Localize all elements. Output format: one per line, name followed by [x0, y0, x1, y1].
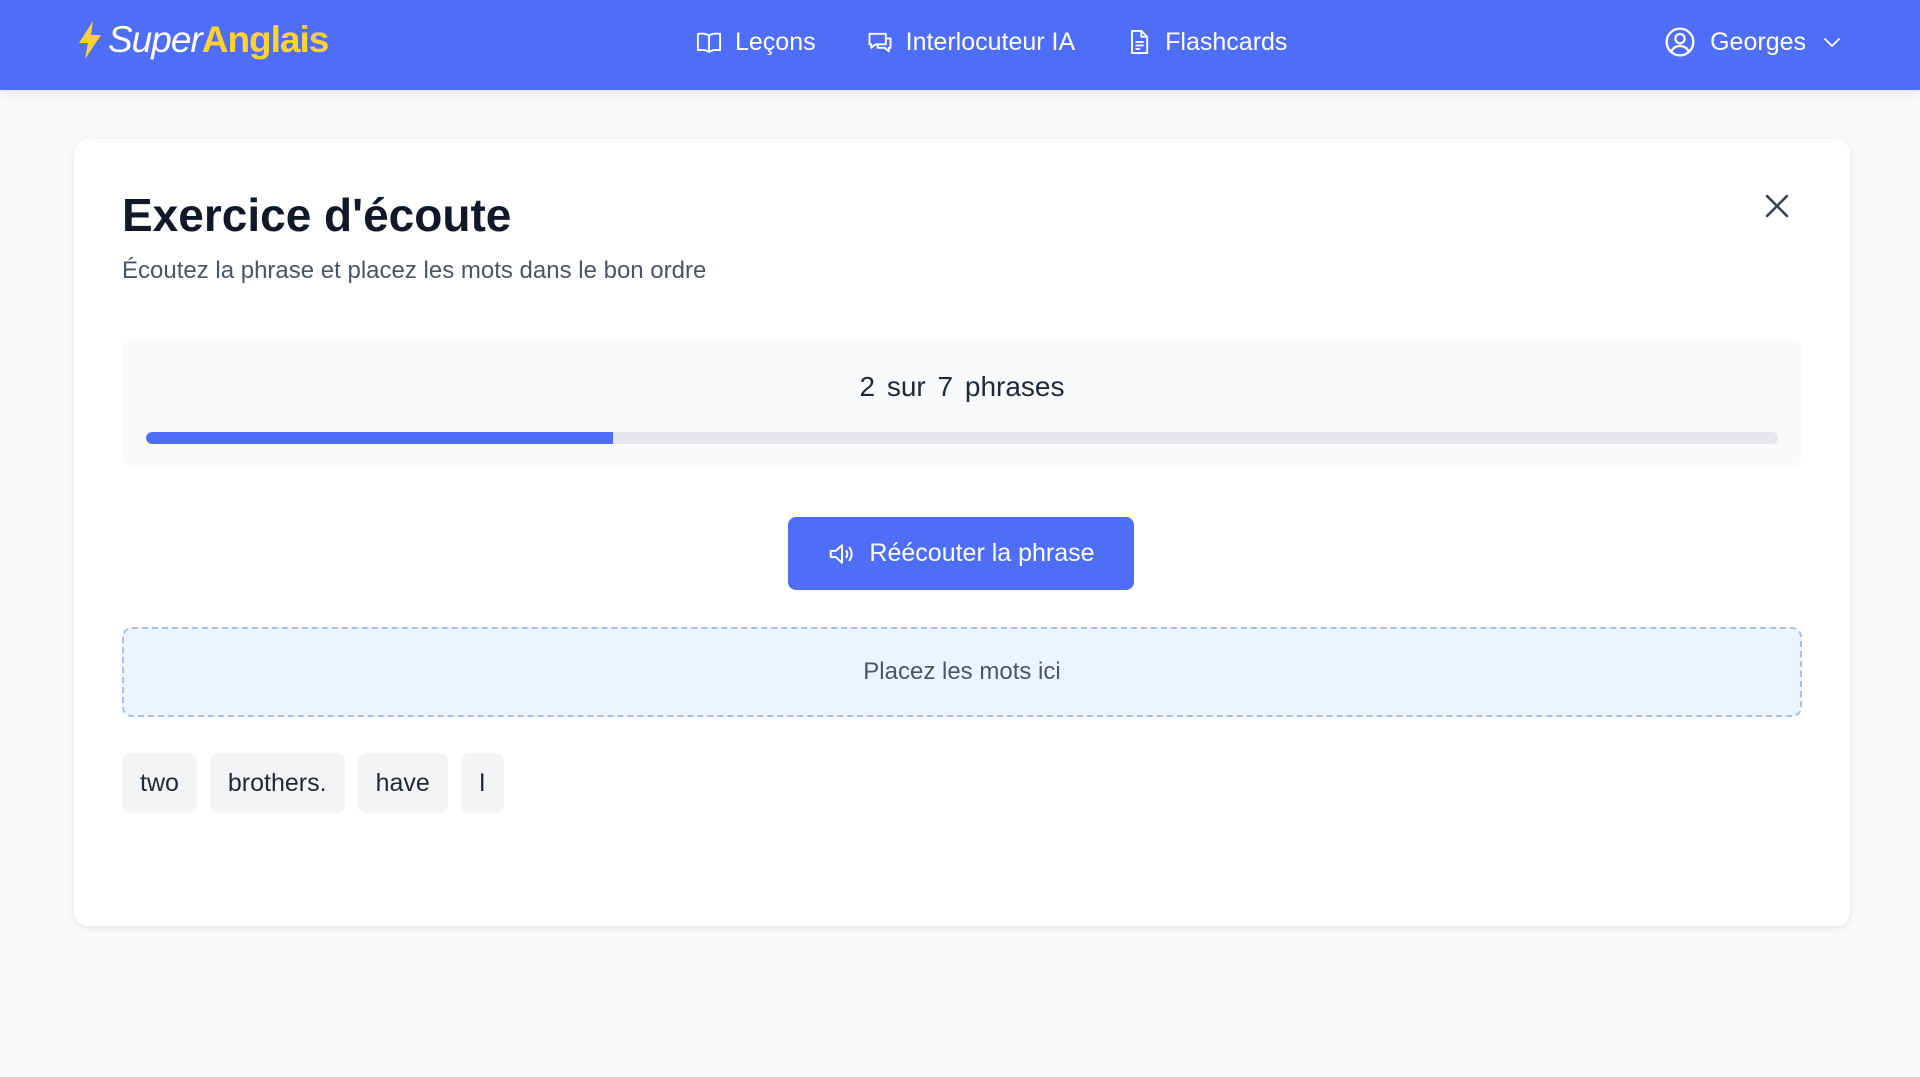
word-chip[interactable]: have [357, 753, 448, 813]
chevron-down-icon [1824, 38, 1840, 47]
progress-bar-fill [146, 432, 613, 444]
nav-item-label: Leçons [735, 27, 816, 56]
progress-bar [146, 432, 1778, 444]
nav-item-label: Interlocuteur IA [905, 27, 1076, 56]
progress-panel: 2 sur 7 phrases [122, 339, 1802, 467]
replay-sentence-button[interactable]: Réécouter la phrase [788, 517, 1134, 590]
user-circle-icon [1665, 27, 1695, 57]
speaker-icon [830, 543, 853, 564]
nav-item-label: Flashcards [1165, 27, 1288, 56]
page-title: Exercice d'écoute [122, 189, 512, 241]
logo-text-super: Super [108, 19, 203, 60]
nav-item-flashcards[interactable]: Flashcards [1125, 22, 1287, 62]
logo-text: SuperAnglais [108, 18, 330, 62]
exercise-card: Exercice d'écoute Écoutez la phrase et p… [74, 139, 1850, 926]
nav-item-interlocuteur-ia[interactable]: Interlocuteur IA [866, 22, 1076, 62]
document-icon [1131, 29, 1149, 55]
word-chip[interactable]: I [460, 753, 504, 813]
book-open-icon [696, 32, 722, 53]
replay-button-label: Réécouter la phrase [869, 539, 1095, 567]
close-icon[interactable] [1760, 189, 1794, 223]
main-nav: Leçons Interlocuteur IA Flashcards [695, 22, 1337, 62]
word-chip[interactable]: two [122, 753, 197, 813]
word-chip[interactable]: brothers. [209, 753, 345, 813]
nav-item-lecons[interactable]: Leçons [695, 22, 816, 62]
user-menu[interactable]: Georges [1664, 22, 1844, 62]
page-subtitle: Écoutez la phrase et placez les mots dan… [122, 257, 707, 284]
top-navbar: SuperAnglais Leçons Interlocuteur IA Fla… [0, 0, 1920, 90]
progress-text: 2 sur 7 phrases [859, 371, 1065, 402]
chat-bubbles-icon [868, 32, 892, 53]
user-name: Georges [1710, 27, 1806, 56]
logo-text-anglais: Anglais [201, 19, 330, 60]
word-drop-zone[interactable]: Placez les mots ici [122, 627, 1802, 717]
drop-zone-placeholder: Placez les mots ici [863, 658, 1061, 685]
word-bank: two brothers. have I [122, 753, 517, 813]
logo[interactable]: SuperAnglais [76, 18, 330, 62]
lightning-bolt-icon [79, 21, 101, 59]
